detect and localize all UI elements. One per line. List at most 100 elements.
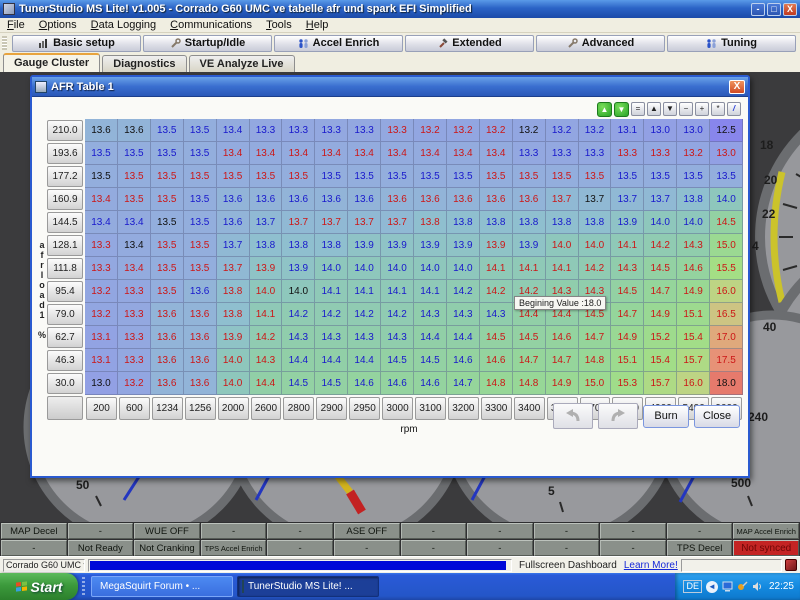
table-cell[interactable]: 13.0 [85,372,118,395]
table-cell[interactable]: 13.4 [447,142,480,165]
y-axis-label[interactable]: 160.9 [47,189,83,210]
table-cell[interactable]: 13.2 [118,372,151,395]
table-cell[interactable]: 13.7 [250,211,283,234]
table-cell[interactable]: 13.6 [480,188,513,211]
table-cell[interactable]: 13.9 [480,234,513,257]
table-cell[interactable]: 14.0 [348,257,381,280]
table-cell[interactable]: 13.6 [315,188,348,211]
table-cell[interactable]: 13.8 [315,234,348,257]
table-cell[interactable]: 13.5 [217,165,250,188]
table-cell[interactable]: 14.7 [579,326,612,349]
table-cell[interactable]: 14.3 [250,349,283,372]
table-cell[interactable]: 13.1 [85,326,118,349]
table-cell[interactable]: 14.0 [282,280,315,303]
dialog-close-icon[interactable]: X [729,80,745,94]
table-cell[interactable]: 13.4 [118,234,151,257]
x-axis-label[interactable]: 1256 [185,397,216,420]
minus-icon[interactable]: − [679,102,693,116]
table-cell[interactable]: 13.0 [677,119,710,142]
table-cell[interactable]: 18.0 [710,372,743,395]
table-cell[interactable]: 14.6 [447,349,480,372]
table-cell[interactable]: 14.6 [348,372,381,395]
table-cell[interactable]: 13.6 [151,326,184,349]
table-cell[interactable]: 13.4 [315,142,348,165]
dialog-titlebar[interactable]: AFR Table 1 X [32,77,748,97]
set-equal-icon[interactable]: = [631,102,645,116]
table-cell[interactable]: 13.7 [546,188,579,211]
task-button-active[interactable]: TunerStudio MS Lite! ... [237,576,379,597]
table-cell[interactable]: 13.3 [118,280,151,303]
increase-icon[interactable]: ▲ [647,102,661,116]
table-cell[interactable]: 13.5 [579,165,612,188]
table-cell[interactable]: 13.4 [85,188,118,211]
table-cell[interactable]: 13.8 [414,211,447,234]
table-cell[interactable]: 13.5 [151,211,184,234]
x-axis-label[interactable]: 2600 [251,397,282,420]
toolbar-button-tuning[interactable]: Tuning [667,35,796,52]
table-cell[interactable]: 13.8 [513,211,546,234]
table-cell[interactable]: 14.7 [513,349,546,372]
x-axis-label[interactable]: 2000 [218,397,249,420]
y-axis-label[interactable]: 46.3 [47,350,83,371]
table-cell[interactable]: 15.2 [644,326,677,349]
table-cell[interactable]: 14.2 [579,257,612,280]
table-cell[interactable]: 14.4 [250,372,283,395]
x-axis-label[interactable]: 600 [119,397,150,420]
table-cell[interactable]: 14.3 [611,257,644,280]
table-cell[interactable]: 13.5 [184,119,217,142]
x-axis-label[interactable]: 3000 [382,397,413,420]
table-cell[interactable]: 13.6 [184,326,217,349]
table-cell[interactable]: 13.3 [85,257,118,280]
table-cell[interactable]: 14.1 [381,280,414,303]
table-cell[interactable]: 14.5 [644,257,677,280]
table-cell[interactable]: 14.8 [513,372,546,395]
table-cell[interactable]: 13.5 [546,165,579,188]
table-cell[interactable]: 13.8 [282,234,315,257]
table-cell[interactable]: 17.0 [710,326,743,349]
table-cell[interactable]: 13.4 [250,142,283,165]
table-cell[interactable]: 14.2 [348,303,381,326]
x-axis-label[interactable]: 2950 [349,397,380,420]
table-cell[interactable]: 14.3 [447,303,480,326]
table-cell[interactable]: 15.7 [644,372,677,395]
table-cell[interactable]: 13.5 [250,165,283,188]
table-cell[interactable]: 17.5 [710,349,743,372]
table-cell[interactable]: 14.6 [677,257,710,280]
x-axis-label[interactable]: 3200 [448,397,479,420]
table-cell[interactable]: 13.7 [611,188,644,211]
table-cell[interactable]: 13.4 [414,142,447,165]
table-cell[interactable]: 13.1 [611,119,644,142]
table-cell[interactable]: 13.5 [513,165,546,188]
language-indicator[interactable]: DE [683,580,702,593]
table-cell[interactable]: 15.3 [611,372,644,395]
tab-ve-analyze-live[interactable]: VE Analyze Live [189,55,295,72]
table-cell[interactable]: 13.9 [282,257,315,280]
table-cell[interactable]: 13.5 [151,188,184,211]
table-cell[interactable]: 13.9 [250,257,283,280]
redo-button[interactable] [598,403,638,429]
table-cell[interactable]: 13.4 [118,211,151,234]
table-cell[interactable]: 13.6 [217,211,250,234]
table-cell[interactable]: 14.5 [513,326,546,349]
table-cell[interactable]: 14.7 [546,349,579,372]
table-cell[interactable]: 14.5 [282,372,315,395]
table-cell[interactable]: 13.3 [118,349,151,372]
table-cell[interactable]: 14.1 [513,257,546,280]
table-cell[interactable]: 13.2 [414,119,447,142]
tray-chevron-icon[interactable]: ◄ [706,581,718,593]
table-cell[interactable]: 13.0 [710,142,743,165]
table-cell[interactable]: 14.2 [250,326,283,349]
table-cell[interactable]: 14.0 [250,280,283,303]
x-axis-label[interactable]: 3400 [514,397,545,420]
table-cell[interactable]: 14.5 [381,349,414,372]
table-cell[interactable]: 14.3 [348,326,381,349]
table-cell[interactable]: 13.8 [480,211,513,234]
menu-item-help[interactable]: Help [299,19,336,31]
menu-item-tools[interactable]: Tools [259,19,299,31]
table-cell[interactable]: 14.0 [644,211,677,234]
table-cell[interactable]: 14.1 [414,280,447,303]
table-cell[interactable]: 13.5 [118,142,151,165]
table-cell[interactable]: 14.5 [611,280,644,303]
table-cell[interactable]: 13.8 [217,303,250,326]
table-cell[interactable]: 14.5 [480,326,513,349]
